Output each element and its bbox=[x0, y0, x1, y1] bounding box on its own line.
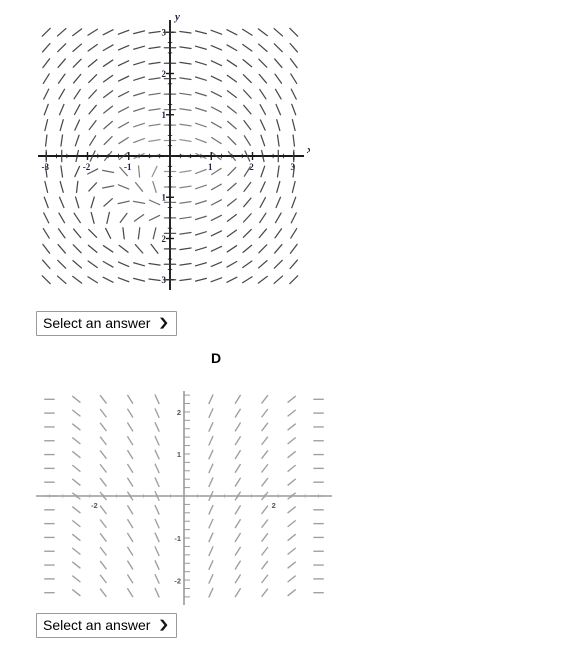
svg-text:-2: -2 bbox=[83, 162, 91, 172]
answer-select-a[interactable]: Select an answer ❯ bbox=[36, 311, 177, 336]
svg-text:-2: -2 bbox=[91, 501, 98, 510]
slope-field-chart-a: -3-2-1123321123yx bbox=[30, 10, 310, 300]
svg-text:x: x bbox=[306, 144, 310, 156]
chevron-down-icon: ❯ bbox=[158, 316, 170, 329]
svg-text:-1: -1 bbox=[174, 534, 181, 543]
svg-text:2: 2 bbox=[162, 234, 167, 244]
svg-text:1: 1 bbox=[162, 110, 167, 120]
svg-text:2: 2 bbox=[272, 501, 276, 510]
svg-text:1: 1 bbox=[162, 193, 167, 203]
svg-text:y: y bbox=[173, 11, 180, 23]
chevron-down-icon: ❯ bbox=[158, 618, 170, 631]
slope-field-d-svg: -2 -1 1 2 -2 2 bbox=[36, 391, 332, 605]
svg-text:2: 2 bbox=[162, 69, 167, 79]
answer-select-a-value: Select an answer bbox=[43, 315, 151, 331]
answer-select-d[interactable]: Select an answer ❯ bbox=[36, 613, 177, 638]
svg-text:2: 2 bbox=[177, 408, 181, 417]
answer-select-d-value: Select an answer bbox=[43, 617, 151, 633]
panel-letter-d: D bbox=[210, 350, 222, 366]
slope-field-a-svg: -3-2-1123321123yx bbox=[38, 11, 310, 290]
svg-text:1: 1 bbox=[208, 162, 213, 172]
svg-text:-1: -1 bbox=[124, 162, 132, 172]
svg-text:-2: -2 bbox=[174, 576, 181, 585]
slope-field-chart-d: -2 -1 1 2 -2 2 bbox=[32, 385, 337, 610]
svg-text:1: 1 bbox=[177, 450, 181, 459]
